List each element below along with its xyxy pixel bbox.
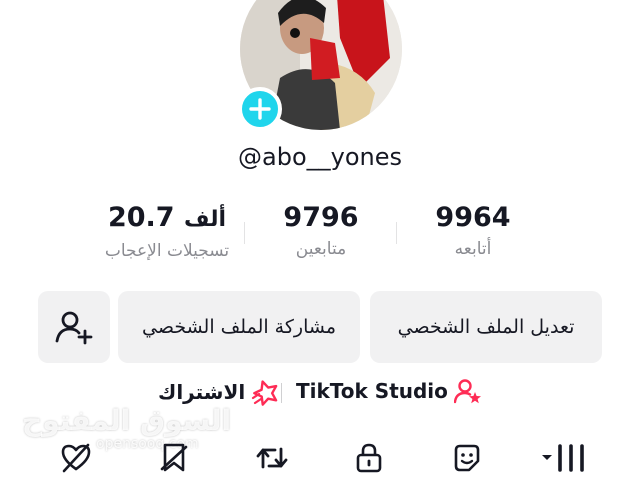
tab-reposts[interactable] xyxy=(252,438,292,478)
add-friends-button[interactable] xyxy=(38,291,110,363)
stat-followers[interactable]: 9796 متابعين xyxy=(236,200,406,262)
followers-label: متابعين xyxy=(295,239,347,259)
stickers-icon xyxy=(454,444,480,472)
plus-icon xyxy=(249,98,271,120)
tiktok-studio-label: TikTok Studio xyxy=(296,379,448,403)
following-label: أتابعه xyxy=(454,239,492,259)
favorites-hidden-icon xyxy=(160,443,188,472)
private-lock-icon xyxy=(356,443,382,473)
tab-private[interactable] xyxy=(349,438,389,478)
followers-count: 9796 xyxy=(283,202,359,233)
following-count: 9964 xyxy=(435,202,511,233)
username: @abo__yones xyxy=(238,143,402,171)
subscription-label: الاشتراك xyxy=(158,380,246,404)
stat-likes[interactable]: 20.7 ألف تسجيلات الإعجاب xyxy=(82,200,252,264)
edit-profile-label: تعديل الملف الشخصي xyxy=(397,316,575,338)
stat-following[interactable]: 9964 أتابعه xyxy=(388,200,558,262)
share-profile-button[interactable]: مشاركة الملف الشخصي xyxy=(118,291,360,363)
likes-unit: ألف xyxy=(184,207,227,232)
watermark: السوق المفتوح opensooq.com xyxy=(22,404,232,452)
reposts-icon xyxy=(256,447,288,469)
subscription-link[interactable]: الاشتراك xyxy=(158,378,281,406)
tab-stickers[interactable] xyxy=(447,438,487,478)
likes-label: تسجيلات الإعجاب xyxy=(104,241,230,261)
likes-count: 20.7 ألف xyxy=(82,200,252,238)
liked-videos-hidden-icon xyxy=(61,443,91,473)
watermark-arabic: السوق المفتوح xyxy=(22,404,232,437)
subscription-star-icon xyxy=(252,380,278,406)
tab-liked-videos[interactable] xyxy=(56,438,96,478)
tiktok-studio-link[interactable]: TikTok Studio xyxy=(296,378,482,404)
add-person-icon xyxy=(55,311,93,345)
tab-favorites[interactable] xyxy=(154,438,194,478)
edit-profile-button[interactable]: تعديل الملف الشخصي xyxy=(370,291,602,363)
tab-videos[interactable] xyxy=(540,438,590,478)
creator-person-star-icon xyxy=(453,379,481,404)
add-profile-photo-button[interactable] xyxy=(238,87,282,131)
videos-grid-icon xyxy=(542,444,584,472)
likes-value: 20.7 xyxy=(107,202,175,233)
share-profile-label: مشاركة الملف الشخصي xyxy=(142,316,337,338)
